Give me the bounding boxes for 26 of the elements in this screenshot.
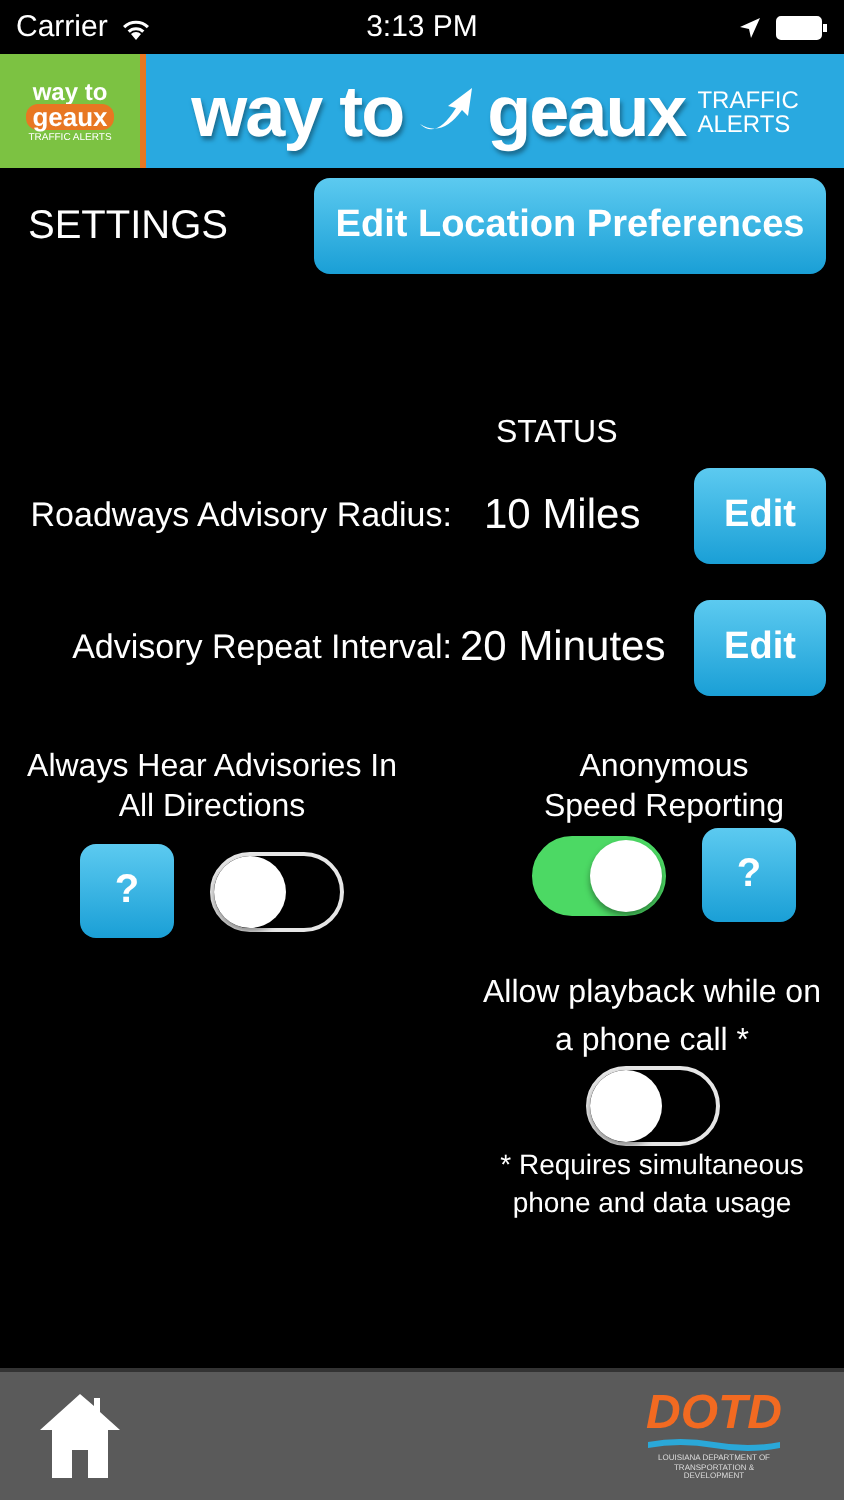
page-title: SETTINGS — [28, 203, 229, 249]
banner-title: geaux — [487, 69, 686, 153]
status-time: 3:13 PM — [366, 10, 478, 44]
status-heading: STATUS — [496, 416, 618, 450]
banner-title: way to — [191, 69, 404, 153]
carrier-label: Carrier — [16, 10, 108, 44]
location-arrow-icon — [740, 17, 760, 37]
setting-value: 20 Minutes — [460, 624, 668, 672]
toggle-label: Anonymous Speed Reporting — [541, 748, 787, 828]
setting-label: Roadways Advisory Radius: — [28, 496, 454, 536]
toggle-label: Always Hear Advisories In All Directions — [25, 748, 399, 828]
help-button[interactable]: ? — [702, 828, 796, 922]
wifi-icon — [119, 15, 152, 39]
help-button[interactable]: ? — [80, 844, 174, 938]
banner-subtitle: ALERTS — [697, 111, 793, 135]
edit-location-button[interactable]: Edit Location Preferences — [314, 178, 826, 274]
edit-button[interactable]: Edit — [694, 600, 826, 696]
edit-button[interactable]: Edit — [694, 468, 826, 564]
toggle-switch[interactable] — [532, 835, 666, 915]
setting-value: 10 Miles — [484, 492, 643, 540]
setting-label: Advisory Repeat Interval: — [70, 628, 454, 668]
footnote: * Requires simultaneous phone and data usage — [498, 1146, 806, 1222]
battery-icon — [776, 15, 828, 39]
banner-subtitle: TRAFFIC — [697, 87, 799, 111]
toggle-label: Allow playback while on a phone call * — [481, 974, 823, 1062]
home-icon[interactable] — [40, 1394, 120, 1478]
